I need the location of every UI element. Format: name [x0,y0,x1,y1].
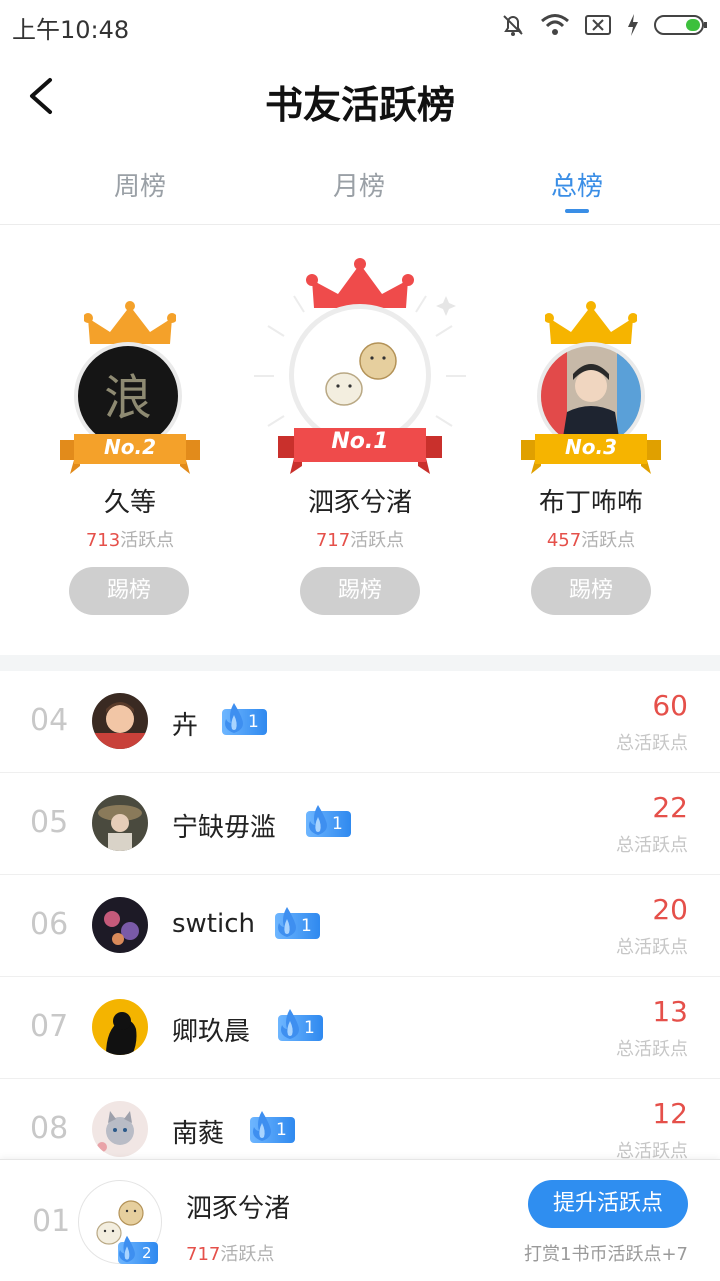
flame-icon [119,1235,135,1263]
activity-value: 60 [652,689,688,722]
crown-icon [545,301,637,344]
level-number: 1 [248,712,259,732]
flame-icon [225,703,243,733]
activity-unit: 总活跃点 [616,937,688,958]
my-score: 717活跃点 [186,1244,275,1265]
level-badge: 1 [250,1111,295,1143]
tab-bar: 周榜 月榜 总榜 [0,150,720,225]
user-name: 卉 [172,711,199,741]
boost-activity-button[interactable]: 提升活跃点 [528,1180,688,1228]
rank-label: No.3 [565,435,617,459]
kick-button[interactable]: 踢榜 [69,567,189,615]
list-item[interactable]: 06 swtich 1 20 总活跃点 [0,875,720,977]
podium-name: 久等 [103,488,156,518]
podium-score: 713活跃点 [85,530,175,551]
kick-button[interactable]: 踢榜 [300,567,420,615]
rank-number: 05 [30,805,69,840]
podium-rank-3: No.3 布丁咘咘 457活跃点 踢榜 [471,226,711,654]
rank-number: 07 [30,1009,69,1044]
rank-number: 06 [30,907,69,942]
kick-button[interactable]: 踢榜 [531,567,651,615]
reward-hint: 打赏1书币活跃点+7 [524,1244,688,1265]
avatar[interactable] [92,1101,148,1157]
rank-number: 08 [30,1111,69,1146]
podium-rank-1: No.1 泗豕兮渚 717活跃点 踢榜 [240,226,480,654]
section-divider [0,655,720,671]
page-title: 书友活跃榜 [264,82,455,127]
level-number: 1 [304,1018,315,1038]
level-badge: 1 [222,703,267,735]
list-item[interactable]: 04 卉 1 60 总活跃点 [0,671,720,773]
tab-active-indicator [565,209,589,213]
rank-label: No.1 [331,429,389,454]
sim-x-icon [585,15,611,35]
list-item[interactable]: 07 卿玖晨 1 13 总活跃点 [0,977,720,1079]
list-item[interactable]: 08 南蕤 1 12 总活跃点 [0,1079,720,1159]
avatar[interactable] [92,999,148,1055]
my-rank-number: 01 [32,1204,71,1239]
avatar[interactable] [92,693,148,749]
status-icons [500,8,708,42]
my-level-badge: 2 [118,1235,158,1264]
flame-icon [309,805,327,835]
podium-name: 布丁咘咘 [538,488,643,518]
level-number: 1 [276,1120,287,1140]
tab-weekly[interactable]: 周榜 [70,166,210,203]
crown-icon [84,301,176,344]
level-number: 1 [332,814,343,834]
user-name: swtich [172,909,256,939]
user-name: 宁缺毋滥 [172,813,277,843]
flame-icon [281,1009,299,1039]
rank-number: 04 [30,703,69,738]
level-badge: 1 [306,805,351,837]
svg-text:浪: 浪 [104,370,152,426]
activity-unit: 总活跃点 [616,835,688,856]
header: 书友活跃榜 [0,50,720,146]
level-number: 2 [142,1244,152,1262]
my-rank-bar: 01 2 泗豕兮渚 717活跃点 提升活跃点 打赏1书币活跃点+7 [0,1159,720,1281]
my-name: 泗豕兮渚 [186,1194,291,1224]
activity-value: 20 [652,893,688,926]
podium-name: 泗豕兮渚 [307,488,412,518]
user-name: 南蕤 [172,1119,225,1149]
activity-value: 22 [652,791,688,824]
level-badge: 1 [278,1009,323,1041]
bell-muted-icon [503,15,523,36]
podium-score: 457活跃点 [546,530,636,551]
activity-value: 12 [652,1097,688,1130]
status-bar: 上午10:48 [0,0,720,50]
level-badge: 1 [275,907,320,939]
avatar[interactable] [92,897,148,953]
flame-icon [278,907,296,937]
flame-icon [253,1111,271,1141]
level-number: 1 [301,916,312,936]
activity-value: 13 [652,995,688,1028]
status-time: 上午10:48 [12,16,130,44]
tab-total[interactable]: 总榜 [507,166,647,203]
activity-unit: 总活跃点 [616,1141,688,1159]
podium-score: 717活跃点 [315,530,405,551]
list-item[interactable]: 05 宁缺毋滥 1 22 总活跃点 [0,773,720,875]
activity-unit: 总活跃点 [616,733,688,754]
ranking-list: 04 卉 1 60 总活跃点 05 宁缺毋滥 1 22 总活跃点 06 swti… [0,671,720,1159]
battery-icon [654,15,707,35]
podium: 浪 No.2 久等 713活跃点 踢榜 No.1 泗豕兮渚 717活跃点 踢榜 … [0,226,720,654]
avatar[interactable] [92,795,148,851]
tab-monthly[interactable]: 月榜 [289,166,429,203]
podium-rank-2: 浪 No.2 久等 713活跃点 踢榜 [10,226,250,654]
wifi-icon [541,14,569,35]
activity-unit: 总活跃点 [616,1039,688,1060]
user-name: 卿玖晨 [172,1017,251,1047]
rank-label: No.2 [104,435,156,459]
charging-icon [628,14,638,36]
